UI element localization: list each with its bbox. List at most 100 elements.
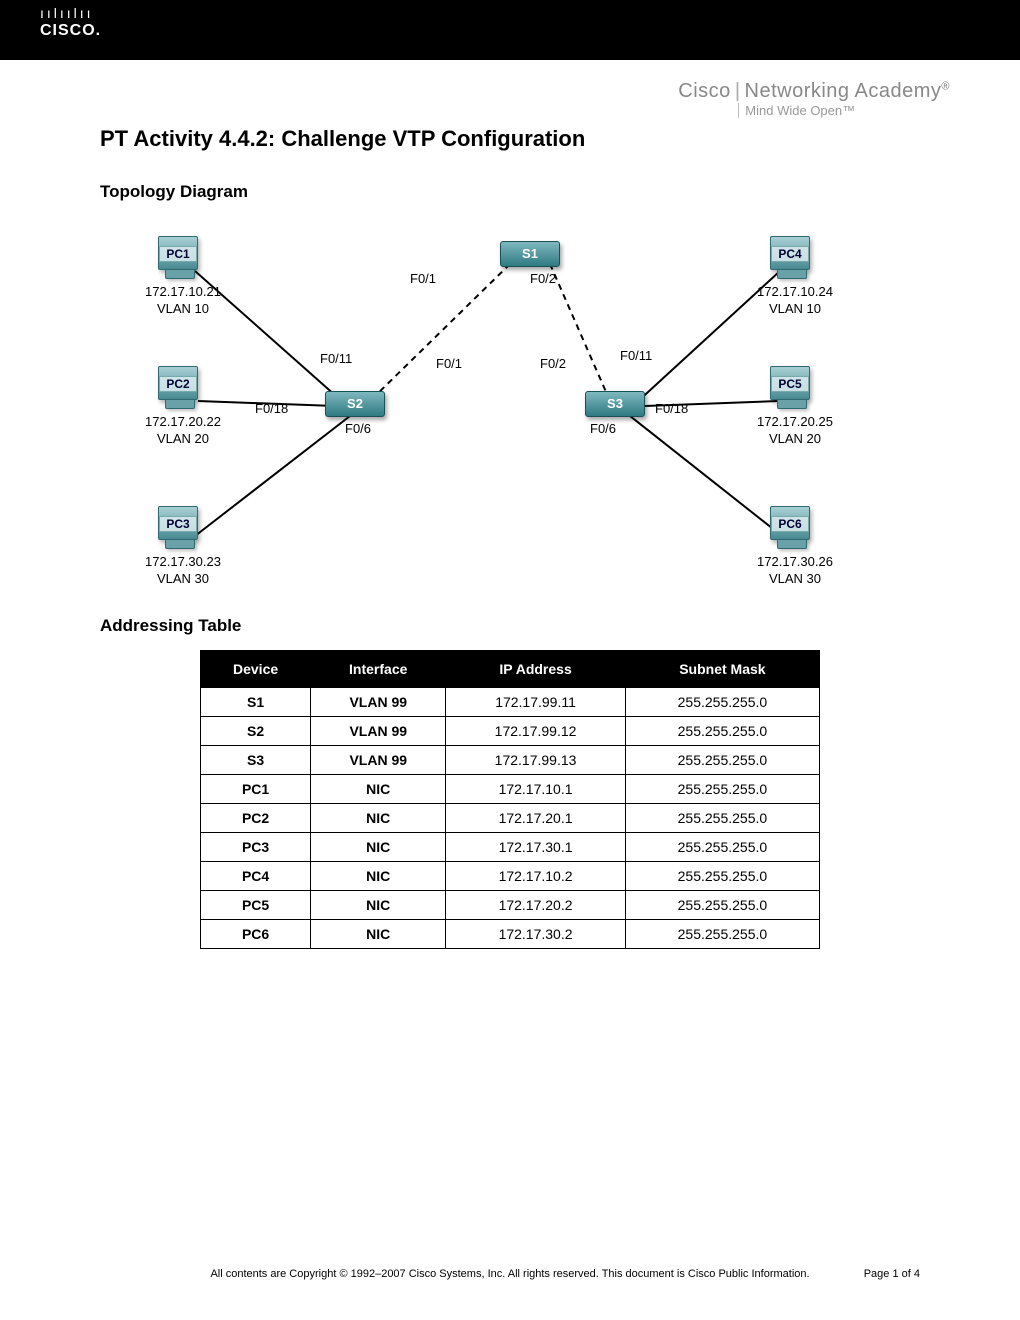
table-row: PC4NIC172.17.10.2255.255.255.0 bbox=[201, 862, 820, 891]
table-cell: 255.255.255.0 bbox=[625, 862, 819, 891]
table-row: PC2NIC172.17.20.1255.255.255.0 bbox=[201, 804, 820, 833]
pc-pc5: PC5 bbox=[770, 366, 810, 400]
pc-address-label: 172.17.30.23VLAN 30 bbox=[138, 554, 228, 588]
switch-s3: S3 bbox=[585, 391, 645, 417]
table-cell: 255.255.255.0 bbox=[625, 920, 819, 949]
table-cell: PC5 bbox=[201, 891, 311, 920]
table-cell: NIC bbox=[311, 920, 446, 949]
table-cell: NIC bbox=[311, 833, 446, 862]
pc-pc6: PC6 bbox=[770, 506, 810, 540]
topology-heading: Topology Diagram bbox=[100, 182, 920, 202]
table-row: PC5NIC172.17.20.2255.255.255.0 bbox=[201, 891, 820, 920]
table-row: PC3NIC172.17.30.1255.255.255.0 bbox=[201, 833, 820, 862]
port-label: F0/18 bbox=[655, 401, 688, 416]
table-cell: PC1 bbox=[201, 775, 311, 804]
table-header-row: DeviceInterfaceIP AddressSubnet Mask bbox=[201, 651, 820, 688]
table-row: S2VLAN 99172.17.99.12255.255.255.0 bbox=[201, 717, 820, 746]
pc-pc3: PC3 bbox=[158, 506, 198, 540]
page-content: Cisco|Networking Academy® Mind Wide Open… bbox=[0, 60, 1020, 949]
table-cell: 255.255.255.0 bbox=[625, 775, 819, 804]
table-cell: 255.255.255.0 bbox=[625, 717, 819, 746]
table-cell: PC3 bbox=[201, 833, 311, 862]
academy-tagline: Mind Wide Open™ bbox=[738, 103, 950, 118]
table-row: PC1NIC172.17.10.1255.255.255.0 bbox=[201, 775, 820, 804]
table-cell: 255.255.255.0 bbox=[625, 833, 819, 862]
pc-label: PC6 bbox=[771, 516, 809, 532]
table-cell: VLAN 99 bbox=[311, 717, 446, 746]
table-cell: 172.17.30.1 bbox=[446, 833, 625, 862]
table-cell: NIC bbox=[311, 891, 446, 920]
pc-pc1: PC1 bbox=[158, 236, 198, 270]
table-cell: 255.255.255.0 bbox=[625, 891, 819, 920]
cisco-logo: ıılıılıı CISCO. bbox=[40, 8, 1020, 40]
switch-s1: S1 bbox=[500, 241, 560, 267]
table-cell: 172.17.10.1 bbox=[446, 775, 625, 804]
page-number: Page 1 of 4 bbox=[864, 1268, 920, 1280]
cisco-logo-bars: ıılıılıı bbox=[40, 8, 1020, 22]
pc-address-label: 172.17.20.22VLAN 20 bbox=[138, 414, 228, 448]
table-cell: S3 bbox=[201, 746, 311, 775]
table-cell: 172.17.20.2 bbox=[446, 891, 625, 920]
table-header: Subnet Mask bbox=[625, 651, 819, 688]
table-cell: NIC bbox=[311, 862, 446, 891]
table-cell: 172.17.99.13 bbox=[446, 746, 625, 775]
table-cell: PC2 bbox=[201, 804, 311, 833]
page-footer: All contents are Copyright © 1992–2007 C… bbox=[0, 1268, 1020, 1280]
academy-logo: Cisco|Networking Academy® Mind Wide Open… bbox=[678, 80, 950, 118]
table-header: Device bbox=[201, 651, 311, 688]
academy-name: Networking Academy bbox=[745, 80, 942, 102]
academy-title: Cisco|Networking Academy® bbox=[678, 80, 950, 103]
table-cell: S1 bbox=[201, 688, 311, 717]
copyright-text: All contents are Copyright © 1992–2007 C… bbox=[210, 1268, 809, 1280]
port-label: F0/1 bbox=[436, 356, 462, 371]
pc-label: PC2 bbox=[159, 376, 197, 392]
table-cell: 172.17.99.11 bbox=[446, 688, 625, 717]
pc-label: PC1 bbox=[159, 246, 197, 262]
table-cell: VLAN 99 bbox=[311, 688, 446, 717]
pc-address-label: 172.17.10.24VLAN 10 bbox=[750, 284, 840, 318]
port-label: F0/6 bbox=[590, 421, 616, 436]
table-cell: 172.17.20.1 bbox=[446, 804, 625, 833]
port-label: F0/11 bbox=[320, 351, 352, 366]
academy-brand: Cisco bbox=[678, 80, 731, 102]
port-label: F0/18 bbox=[255, 401, 288, 416]
pc-pc2: PC2 bbox=[158, 366, 198, 400]
port-label: F0/6 bbox=[345, 421, 371, 436]
pc-label: PC3 bbox=[159, 516, 197, 532]
cisco-logo-text: CISCO. bbox=[40, 22, 1020, 40]
table-cell: S2 bbox=[201, 717, 311, 746]
addressing-heading: Addressing Table bbox=[100, 616, 920, 636]
pc-address-label: 172.17.30.26VLAN 30 bbox=[750, 554, 840, 588]
addressing-table: DeviceInterfaceIP AddressSubnet Mask S1V… bbox=[200, 650, 820, 949]
table-cell: 172.17.30.2 bbox=[446, 920, 625, 949]
pc-pc4: PC4 bbox=[770, 236, 810, 270]
table-cell: 255.255.255.0 bbox=[625, 688, 819, 717]
port-label: F0/2 bbox=[540, 356, 566, 371]
table-cell: NIC bbox=[311, 804, 446, 833]
table-cell: 255.255.255.0 bbox=[625, 804, 819, 833]
table-cell: 172.17.99.12 bbox=[446, 717, 625, 746]
topology-diagram: S1 S2 S3 PC1 172.17.10.21VLAN 10 PC2 172.17.20… bbox=[110, 216, 910, 596]
pc-label: PC4 bbox=[771, 246, 809, 262]
port-label: F0/1 bbox=[410, 271, 436, 286]
table-header: Interface bbox=[311, 651, 446, 688]
registered-mark: ® bbox=[941, 80, 950, 92]
table-row: S1VLAN 99172.17.99.11255.255.255.0 bbox=[201, 688, 820, 717]
table-cell: NIC bbox=[311, 775, 446, 804]
table-cell: PC4 bbox=[201, 862, 311, 891]
pc-address-label: 172.17.20.25VLAN 20 bbox=[750, 414, 840, 448]
top-bar: ıılıılıı CISCO. bbox=[0, 0, 1020, 60]
table-cell: VLAN 99 bbox=[311, 746, 446, 775]
switch-s2: S2 bbox=[325, 391, 385, 417]
page-title: PT Activity 4.4.2: Challenge VTP Configu… bbox=[100, 126, 920, 152]
table-row: S3VLAN 99172.17.99.13255.255.255.0 bbox=[201, 746, 820, 775]
table-cell: 172.17.10.2 bbox=[446, 862, 625, 891]
port-label: F0/2 bbox=[530, 271, 556, 286]
table-row: PC6NIC172.17.30.2255.255.255.0 bbox=[201, 920, 820, 949]
port-label: F0/11 bbox=[620, 348, 652, 363]
pc-address-label: 172.17.10.21VLAN 10 bbox=[138, 284, 228, 318]
table-cell: 255.255.255.0 bbox=[625, 746, 819, 775]
table-header: IP Address bbox=[446, 651, 625, 688]
table-cell: PC6 bbox=[201, 920, 311, 949]
pc-label: PC5 bbox=[771, 376, 809, 392]
